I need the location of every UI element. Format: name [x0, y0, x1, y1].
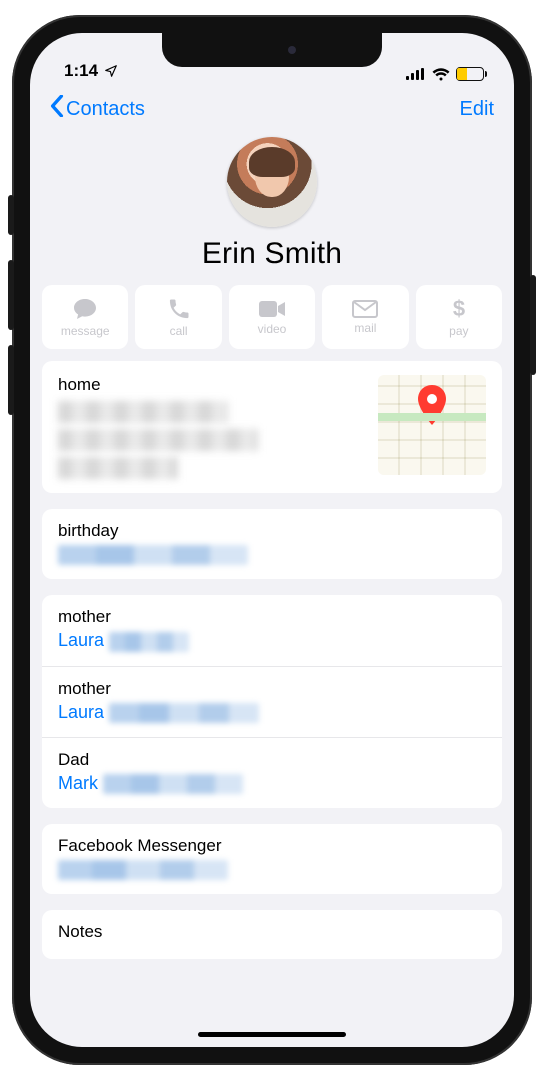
edit-button[interactable]: Edit — [460, 98, 494, 121]
back-label: Contacts — [66, 98, 145, 121]
profile-header: Erin Smith — [30, 133, 514, 285]
birthday-value-redacted — [58, 544, 486, 565]
video-button[interactable]: video — [229, 285, 315, 349]
phone-icon — [167, 297, 191, 321]
relations-card: mother Laura mother Laura Dad Mark — [42, 595, 502, 808]
relation-row[interactable]: mother Laura — [42, 595, 502, 665]
home-indicator[interactable] — [198, 1032, 346, 1037]
relation-row[interactable]: Dad Mark — [42, 737, 502, 808]
device-notch — [162, 33, 382, 67]
video-icon — [258, 299, 286, 319]
chevron-left-icon — [50, 95, 64, 123]
cellular-signal-icon — [406, 68, 426, 80]
status-time: 1:14 — [64, 61, 98, 81]
svg-text:$: $ — [453, 297, 465, 321]
message-button[interactable]: message — [42, 285, 128, 349]
back-button[interactable]: Contacts — [50, 95, 145, 123]
messenger-value-redacted — [58, 859, 486, 880]
birthday-card[interactable]: birthday — [42, 509, 502, 579]
nav-bar: Contacts Edit — [30, 85, 514, 133]
call-button[interactable]: call — [135, 285, 221, 349]
message-icon — [72, 297, 98, 321]
birthday-label: birthday — [58, 521, 486, 541]
messenger-label: Facebook Messenger — [58, 836, 486, 856]
messenger-card[interactable]: Facebook Messenger — [42, 824, 502, 894]
avatar[interactable] — [227, 137, 317, 227]
map-pin-icon — [417, 385, 447, 427]
battery-icon — [456, 67, 484, 81]
pay-button[interactable]: $ pay — [416, 285, 502, 349]
action-row: message call video mail $ pay — [30, 285, 514, 361]
address-card[interactable]: home — [42, 361, 502, 493]
wifi-icon — [432, 68, 450, 81]
mail-button[interactable]: mail — [322, 285, 408, 349]
dollar-icon: $ — [452, 297, 466, 321]
contact-name: Erin Smith — [202, 237, 342, 271]
location-icon — [104, 64, 118, 78]
relation-row[interactable]: mother Laura — [42, 666, 502, 737]
home-label: home — [58, 375, 366, 395]
map-thumbnail[interactable] — [378, 375, 486, 475]
notes-label: Notes — [58, 922, 486, 942]
address-value-redacted — [58, 401, 366, 479]
notes-card[interactable]: Notes — [42, 910, 502, 959]
mail-icon — [352, 300, 378, 318]
